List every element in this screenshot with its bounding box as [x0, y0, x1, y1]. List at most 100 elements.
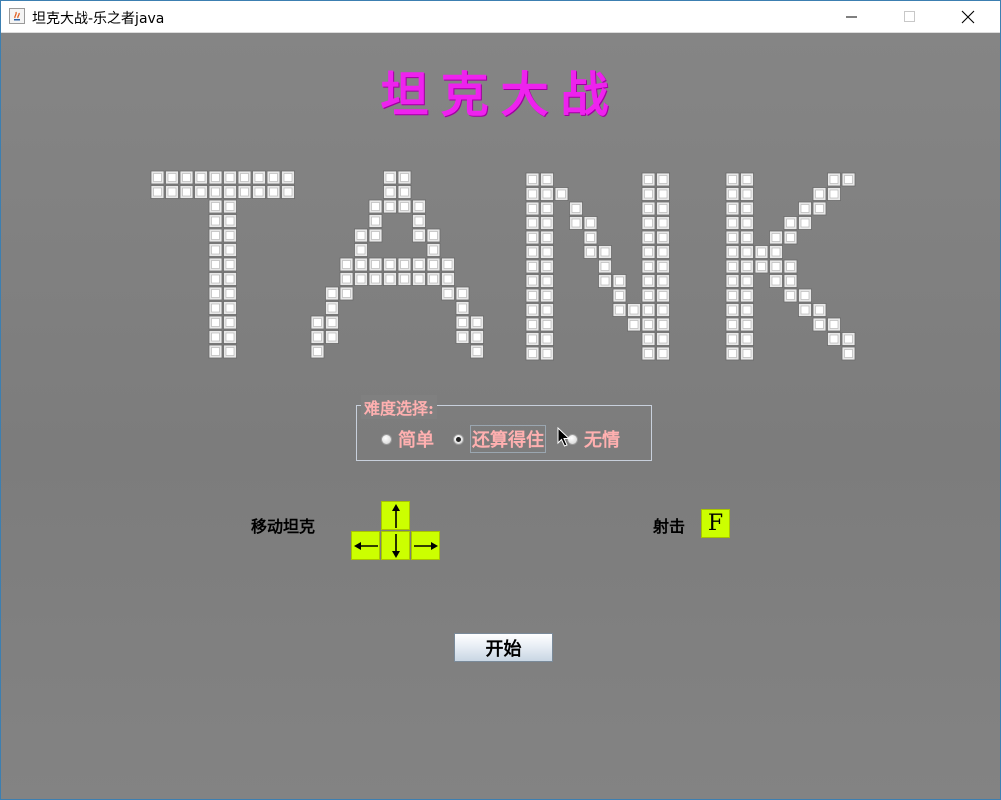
banner-brick — [325, 330, 339, 344]
banner-brick — [525, 245, 540, 259]
banner-brick — [368, 228, 383, 243]
banner-brick — [569, 201, 583, 216]
banner-brick — [827, 317, 841, 332]
window-title: 坦克大战-乐之者java — [32, 11, 165, 27]
banner-brick — [656, 332, 670, 346]
banner-brick — [812, 317, 827, 332]
banner-brick — [540, 332, 554, 346]
banner-brick — [598, 259, 612, 274]
minimize-button[interactable] — [823, 1, 881, 32]
banner-brick — [223, 344, 237, 359]
key-f: F — [701, 509, 730, 538]
banner-brick — [656, 201, 670, 216]
banner-brick — [426, 243, 441, 257]
banner-brick — [165, 170, 179, 185]
banner-brick — [783, 259, 798, 274]
banner-brick — [656, 274, 670, 288]
banner-brick — [194, 185, 208, 199]
radio-hard[interactable]: 无情 — [567, 428, 620, 451]
banner-brick — [266, 170, 281, 185]
banner-brick — [740, 259, 754, 274]
banner-brick — [841, 172, 856, 187]
banner-brick — [827, 187, 841, 201]
start-button[interactable]: 开始 — [454, 633, 553, 662]
banner-brick — [725, 274, 740, 288]
banner-brick — [841, 332, 856, 346]
banner-brick — [540, 303, 554, 317]
banner-brick — [223, 257, 237, 272]
banner-brick — [612, 274, 627, 288]
game-window: 坦克大战-乐之者java 坦克大战 难度选择: 简单 还算得住 无情 移动坦克 … — [0, 0, 1001, 800]
banner-brick — [641, 332, 656, 346]
shoot-label: 射击 — [653, 517, 686, 536]
title-bar[interactable]: 坦克大战-乐之者java — [1, 1, 1000, 33]
banner-brick — [798, 303, 812, 317]
banner-brick — [252, 185, 266, 199]
banner-brick — [656, 317, 670, 332]
banner-brick — [798, 201, 812, 216]
banner-brick — [354, 272, 368, 286]
radio-medium[interactable]: 还算得住 — [453, 425, 546, 453]
banner-brick — [656, 259, 670, 274]
banner-brick — [525, 187, 540, 201]
banner-brick — [740, 332, 754, 346]
radio-easy[interactable]: 简单 — [381, 428, 434, 451]
minimize-icon — [846, 16, 857, 17]
banner-brick — [812, 187, 827, 201]
banner-brick — [812, 303, 827, 317]
banner-brick — [208, 185, 223, 199]
banner-brick — [598, 274, 612, 288]
maximize-button[interactable] — [881, 1, 939, 32]
banner-brick — [525, 216, 540, 230]
banner-brick — [540, 187, 554, 201]
banner-brick — [310, 315, 325, 330]
close-button[interactable] — [939, 1, 997, 32]
banner-brick — [179, 185, 194, 199]
banner-brick — [540, 317, 554, 332]
banner-brick — [223, 301, 237, 315]
key-down — [381, 531, 410, 560]
banner-brick — [383, 170, 397, 185]
banner-brick — [725, 201, 740, 216]
banner-brick — [641, 346, 656, 361]
banner-brick — [397, 257, 412, 272]
banner-brick — [783, 288, 798, 303]
radio-medium-indicator[interactable] — [453, 433, 464, 445]
banner-brick — [725, 187, 740, 201]
banner-brick — [208, 243, 223, 257]
banner-brick — [208, 301, 223, 315]
banner-brick — [368, 257, 383, 272]
banner-brick — [540, 245, 554, 259]
banner-brick — [769, 230, 783, 245]
banner-brick — [426, 228, 441, 243]
banner-brick — [179, 170, 194, 185]
banner-brick — [641, 172, 656, 187]
banner-brick — [725, 216, 740, 230]
banner-brick — [412, 199, 426, 214]
banner-brick — [740, 245, 754, 259]
banner-brick — [783, 230, 798, 245]
banner-brick — [339, 257, 354, 272]
banner-brick — [412, 272, 426, 286]
banner-brick — [754, 259, 769, 274]
banner-brick — [339, 272, 354, 286]
radio-easy-indicator[interactable] — [381, 433, 392, 445]
banner-brick — [740, 216, 754, 230]
banner-brick — [150, 170, 165, 185]
banner-brick — [725, 317, 740, 332]
banner-brick — [641, 259, 656, 274]
banner-brick — [441, 286, 455, 301]
game-start-panel: 坦克大战 难度选择: 简单 还算得住 无情 移动坦克 射击 F 开始 — [1, 33, 1000, 799]
banner-brick — [740, 274, 754, 288]
banner-brick — [455, 286, 470, 301]
banner-brick — [725, 245, 740, 259]
banner-brick — [740, 303, 754, 317]
banner-brick — [397, 199, 412, 214]
banner-brick — [769, 259, 783, 274]
banner-brick — [725, 288, 740, 303]
banner-brick — [569, 216, 583, 230]
banner-brick — [540, 172, 554, 187]
close-icon — [961, 10, 975, 23]
banner-brick — [470, 315, 484, 330]
banner-brick — [310, 330, 325, 344]
